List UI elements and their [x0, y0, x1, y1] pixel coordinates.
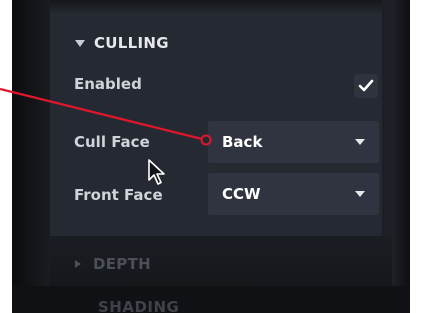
cull-face-dropdown[interactable]: Back — [208, 121, 379, 163]
depth-section-header[interactable]: DEPTH — [75, 254, 151, 274]
shading-section-band — [12, 286, 410, 313]
chevron-down-icon — [355, 191, 365, 197]
triangle-down-icon — [75, 39, 85, 47]
triangle-right-icon — [75, 260, 81, 268]
frame-shadow-left — [12, 0, 50, 313]
app-screenshot: CULLING Enabled Cull Face Back Front Fac… — [0, 0, 427, 313]
chevron-down-icon — [355, 139, 365, 145]
cull-face-value: Back — [222, 133, 263, 151]
cull-face-label: Cull Face — [74, 133, 150, 151]
enabled-label: Enabled — [74, 75, 142, 93]
depth-section-title: DEPTH — [93, 255, 151, 273]
front-face-dropdown[interactable]: CCW — [208, 173, 379, 215]
mouse-pointer-icon — [148, 159, 165, 185]
enabled-checkbox[interactable] — [354, 74, 378, 98]
panel-top-shadow — [50, 0, 392, 14]
checkmark-icon — [358, 79, 374, 92]
culling-section-header[interactable]: CULLING — [75, 31, 169, 55]
frame-shadow-right — [392, 0, 410, 313]
shading-section-title[interactable]: SHADING — [98, 298, 179, 313]
culling-section-title: CULLING — [94, 34, 169, 52]
front-face-label: Front Face — [74, 186, 163, 204]
front-face-value: CCW — [222, 185, 261, 203]
